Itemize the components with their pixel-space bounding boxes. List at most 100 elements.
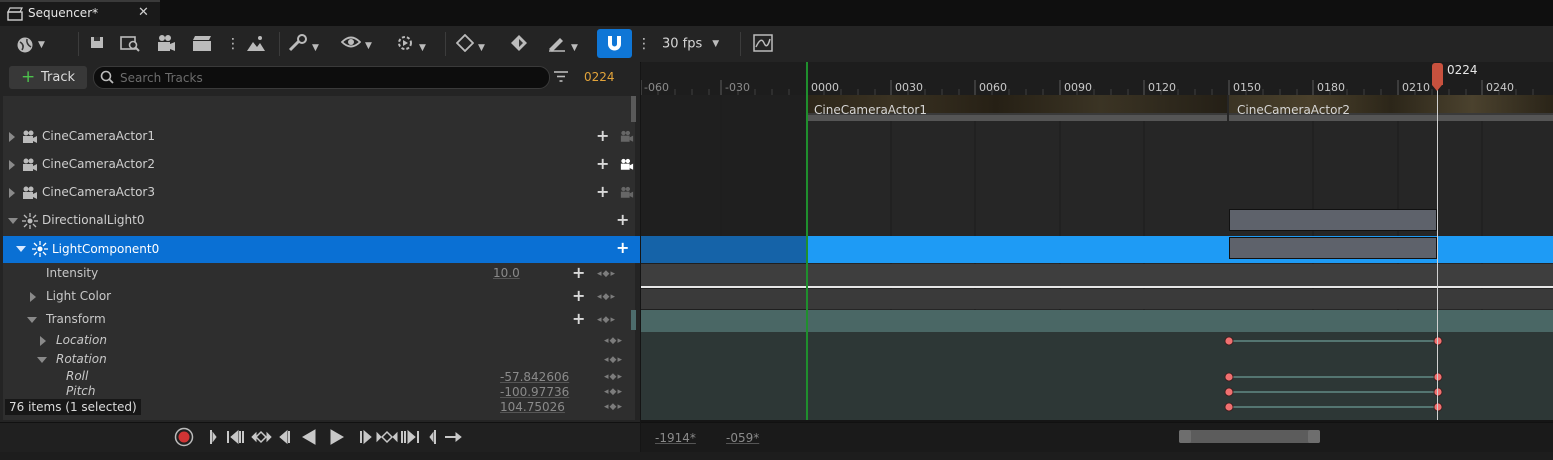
record-icon[interactable]	[174, 427, 194, 447]
key-navigation-icon[interactable]: ◂◆▸	[604, 336, 623, 346]
tree-scrollbar[interactable]	[631, 96, 636, 122]
auto-key-button[interactable]	[510, 34, 528, 54]
light-section-bar[interactable]	[1229, 209, 1437, 231]
magnet-icon	[608, 36, 621, 51]
track-row-cam2[interactable]: CineCameraActor2 +	[3, 152, 635, 178]
shot-section-cinecameraactor1[interactable]: CineCameraActor1	[807, 95, 1227, 121]
track-row-pitch[interactable]: Pitch -100.97736 ◂◆▸	[3, 384, 635, 400]
key-navigation-icon[interactable]: ◂◆▸	[604, 387, 623, 397]
track-row-roll[interactable]: Roll -57.842606 ◂◆▸	[3, 369, 635, 385]
key-navigation-icon[interactable]: ◂◆▸	[597, 315, 616, 325]
track-label: DirectionalLight0	[42, 213, 145, 227]
camera-cut-button[interactable]	[246, 34, 266, 54]
render-movie-button[interactable]	[192, 34, 212, 54]
transport-controls-icon[interactable]	[205, 429, 465, 445]
expand-arrow-icon[interactable]	[40, 336, 46, 346]
key-options-button[interactable]: ▼	[455, 33, 485, 54]
key-navigation-icon[interactable]: ◂◆▸	[597, 269, 616, 279]
pitch-value[interactable]: -100.97736	[500, 385, 569, 399]
collapse-arrow-icon[interactable]	[37, 357, 47, 363]
selected-track-lane[interactable]	[807, 236, 1553, 263]
key-navigation-icon[interactable]: ◂◆▸	[604, 372, 623, 382]
intensity-lane[interactable]	[641, 264, 1553, 286]
add-button[interactable]: +	[596, 128, 609, 144]
playback-start-marker[interactable]	[806, 62, 808, 420]
time-ruler[interactable]: -060 -030 0000 0030 0060 0090 0120 0150 …	[641, 62, 1553, 95]
key-navigation-icon[interactable]: ◂◆▸	[604, 355, 623, 365]
key-navigation-icon[interactable]: ◂◆▸	[604, 402, 623, 412]
snap-toggle-button[interactable]	[597, 29, 632, 58]
search-input[interactable]	[118, 69, 542, 87]
edit-mode-button[interactable]: ▼	[547, 34, 578, 54]
scroll-handle-left[interactable]	[1179, 430, 1191, 443]
expand-arrow-icon[interactable]	[30, 292, 36, 302]
track-label: LightComponent0	[52, 242, 160, 256]
view-range-scrollbar[interactable]	[1179, 430, 1320, 443]
add-button[interactable]: +	[572, 288, 585, 304]
add-button[interactable]: +	[596, 156, 609, 172]
add-button[interactable]: +	[572, 311, 585, 327]
expand-arrow-icon[interactable]	[9, 188, 15, 198]
playback-options-button[interactable]: ▼	[395, 34, 426, 54]
add-button[interactable]: +	[616, 212, 629, 228]
framerate-dropdown[interactable]: 30 fps ▼	[662, 34, 719, 54]
track-row-light-component[interactable]: LightComponent0 +	[3, 236, 640, 263]
playhead-handle[interactable]	[1432, 63, 1443, 85]
add-track-button[interactable]: + Track	[9, 66, 87, 89]
light-color-lane[interactable]	[641, 289, 1553, 309]
shot-section-cinecameraactor2[interactable]: CineCameraActor2	[1229, 95, 1553, 121]
more-options-icon[interactable]: ⋮	[226, 34, 240, 54]
track-row-cam1[interactable]: CineCameraActor1 +	[3, 124, 635, 150]
ruler-tick-label: 0180	[1317, 81, 1345, 94]
track-row-intensity[interactable]: Intensity 10.0 + ◂◆▸	[3, 263, 635, 285]
view-start-field[interactable]: -1914*	[655, 431, 696, 445]
transform-lane[interactable]	[641, 310, 1553, 332]
expand-arrow-icon[interactable]	[9, 132, 15, 142]
collapse-arrow-icon[interactable]	[8, 218, 18, 224]
add-button[interactable]: +	[572, 265, 585, 281]
track-row-cam3[interactable]: CineCameraActor3 +	[3, 180, 635, 206]
yaw-value[interactable]: 104.75026	[500, 400, 565, 414]
ruler-tick-label: 0120	[1148, 81, 1176, 94]
world-menu-button[interactable]: ▼	[16, 34, 45, 54]
actions-menu-button[interactable]: ▼	[288, 34, 319, 54]
track-row-directional-light[interactable]: DirectionalLight0 +	[3, 208, 635, 234]
create-camera-button[interactable]	[156, 34, 176, 54]
camera-lock-icon[interactable]	[620, 130, 634, 143]
collapse-arrow-icon[interactable]	[16, 246, 26, 252]
add-track-label: Track	[41, 70, 76, 85]
curve-graph-icon	[753, 34, 773, 52]
track-row-rotation[interactable]: Rotation ◂◆▸	[3, 351, 635, 369]
curve-editor-button[interactable]	[753, 34, 773, 54]
search-tracks-box[interactable]	[93, 66, 550, 89]
intensity-value[interactable]: 10.0	[493, 266, 520, 280]
track-row-location[interactable]: Location ◂◆▸	[3, 332, 635, 350]
keyframes[interactable]	[1220, 332, 1450, 417]
find-asset-button[interactable]	[120, 34, 140, 54]
tab-strip	[0, 0, 1553, 26]
work-start-field[interactable]: -059*	[726, 431, 759, 445]
camera-actor-icon	[23, 186, 37, 199]
key-navigation-icon[interactable]: ◂◆▸	[597, 292, 616, 302]
snap-options-icon[interactable]: ⋮	[637, 34, 651, 54]
track-row-transform[interactable]: Transform + ◂◆▸	[3, 309, 635, 331]
add-button[interactable]: +	[616, 240, 629, 256]
add-button[interactable]: +	[596, 184, 609, 200]
collapse-arrow-icon[interactable]	[27, 317, 37, 323]
track-label: Pitch	[66, 384, 96, 398]
scroll-handle-right[interactable]	[1308, 430, 1320, 443]
shot-bar	[807, 115, 1227, 121]
filter-icon[interactable]	[554, 70, 568, 83]
camera-lock-icon[interactable]	[620, 186, 634, 199]
roll-value[interactable]: -57.842606	[500, 370, 569, 384]
light-component-section-bar[interactable]	[1229, 237, 1437, 259]
playhead-frame-label: 0224	[1447, 63, 1478, 77]
view-menu-button[interactable]: ▼	[340, 34, 372, 54]
current-frame-readout[interactable]: 0224	[584, 70, 615, 84]
track-row-light-color[interactable]: Light Color + ◂◆▸	[3, 286, 635, 308]
close-icon[interactable]: ✕	[138, 5, 149, 20]
expand-arrow-icon[interactable]	[9, 160, 15, 170]
tab-sequencer[interactable]: Sequencer* ✕	[0, 0, 160, 26]
save-button[interactable]	[89, 34, 105, 54]
camera-lock-icon[interactable]	[620, 158, 634, 171]
